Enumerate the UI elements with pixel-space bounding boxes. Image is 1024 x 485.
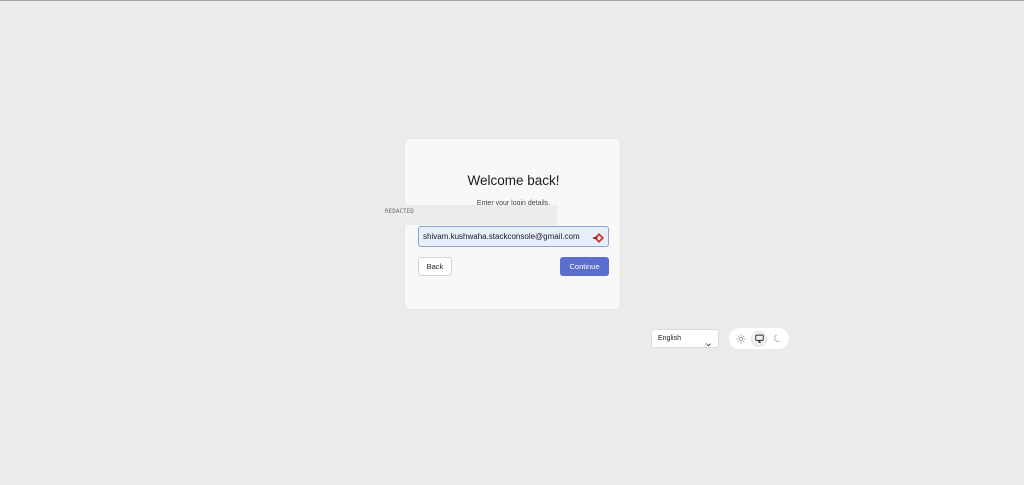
theme-light-button[interactable]	[733, 331, 749, 347]
theme-switcher	[729, 328, 789, 349]
continue-button[interactable]: Continue	[560, 257, 609, 276]
window-top-border	[0, 0, 1024, 1]
back-button[interactable]: Back	[418, 257, 452, 276]
moon-icon	[773, 334, 780, 342]
chevron-down-icon	[705, 335, 712, 347]
theme-system-button[interactable]	[751, 330, 767, 347]
email-field[interactable]	[418, 226, 609, 247]
password-manager-icon[interactable]	[593, 231, 605, 243]
redacted-overlay: REDACTED	[381, 205, 557, 225]
language-select[interactable]: English	[651, 329, 719, 348]
monitor-icon	[754, 334, 764, 343]
page-title: Welcome back!	[467, 173, 560, 188]
email-input[interactable]	[423, 232, 593, 241]
language-select-value: English	[658, 335, 681, 342]
sun-icon	[736, 333, 746, 344]
theme-dark-button[interactable]	[769, 331, 785, 347]
